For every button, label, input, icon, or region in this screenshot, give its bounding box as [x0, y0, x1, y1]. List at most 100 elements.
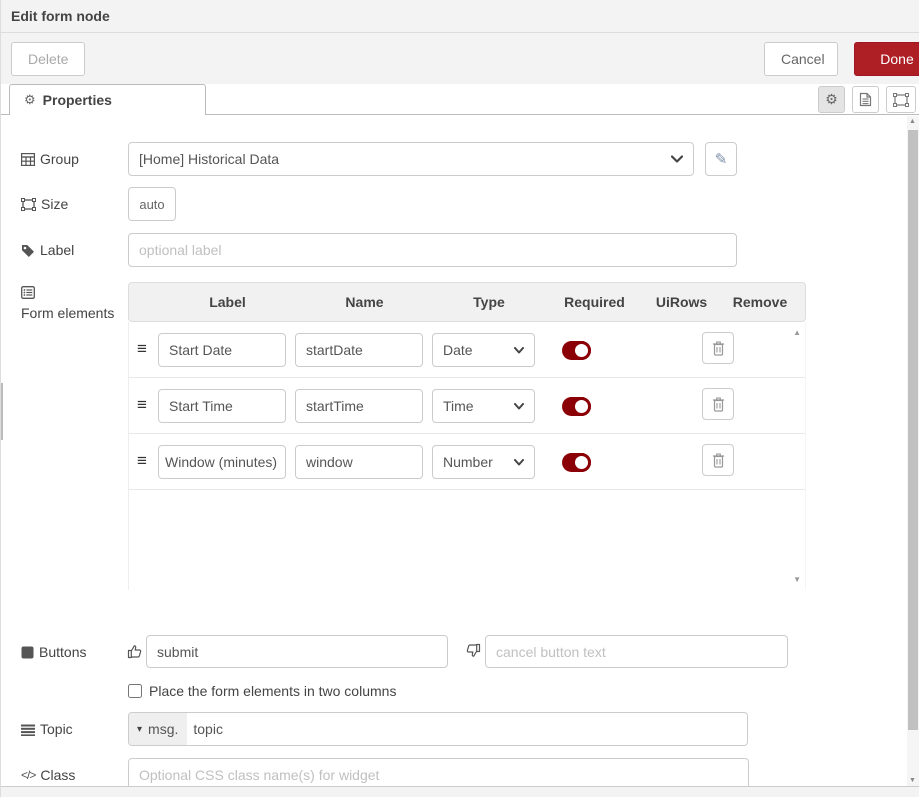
- group-select-value: [Home] Historical Data: [139, 151, 279, 167]
- size-auto-button[interactable]: auto: [128, 187, 176, 221]
- element-label-input[interactable]: [158, 333, 286, 367]
- edit-group-button[interactable]: ✎: [705, 142, 737, 176]
- form-elements-table-header: Label Name Type Required UiRows Remove: [128, 282, 806, 322]
- toggle-knob: [572, 453, 591, 472]
- tab-properties-label: Properties: [43, 92, 112, 108]
- form-elements-table-body: ▲ ▼ ≡ Date: [128, 322, 806, 590]
- scrollbar-up-icon[interactable]: ▲: [909, 118, 916, 125]
- label-label: Label: [21, 241, 123, 260]
- element-label-input[interactable]: [158, 445, 286, 479]
- drag-handle-icon[interactable]: ≡: [137, 339, 147, 359]
- table-icon: [21, 153, 35, 166]
- vertical-scrollbar[interactable]: ▲ ▼: [907, 116, 919, 786]
- editor-toolbar-icons: ⚙: [818, 86, 916, 113]
- cancel-button[interactable]: Cancel: [764, 42, 838, 76]
- chevron-down-icon: [514, 403, 524, 410]
- toggle-knob: [572, 341, 591, 360]
- object-group-icon: [893, 93, 909, 107]
- form-element-row: ≡ Date: [129, 322, 805, 378]
- trash-icon: [712, 341, 725, 356]
- element-name-input[interactable]: [295, 389, 423, 423]
- edit-form-node-dialog: Edit form node Delete Cancel Done ⚙ Prop…: [0, 0, 919, 797]
- gear-icon: ⚙: [24, 92, 36, 108]
- topic-label: Topic: [21, 720, 123, 739]
- scrollbar-thumb[interactable]: [908, 130, 918, 730]
- submit-button-text-input[interactable]: [146, 635, 448, 668]
- element-type-value: Date: [443, 342, 473, 358]
- element-type-select[interactable]: Number: [432, 445, 535, 479]
- form-element-row: ≡ Time: [129, 378, 805, 434]
- cancel-button-text-input[interactable]: [485, 635, 788, 668]
- required-toggle[interactable]: [562, 397, 591, 416]
- two-columns-option[interactable]: Place the form elements in two columns: [128, 683, 396, 699]
- thumbs-up-icon: [127, 643, 142, 664]
- trash-icon: [712, 453, 725, 468]
- remove-element-button[interactable]: [702, 444, 734, 476]
- element-type-select[interactable]: Date: [432, 333, 535, 367]
- form-elements-label: Form elements: [21, 286, 123, 323]
- buttons-label: Buttons: [21, 643, 123, 662]
- topic-value-input[interactable]: [187, 721, 587, 737]
- topic-type-label: msg.: [148, 721, 178, 737]
- element-label-input[interactable]: [158, 389, 286, 423]
- form-elements-table: Label Name Type Required UiRows Remove ▲…: [128, 282, 806, 590]
- topic-type-select[interactable]: ▾ msg.: [129, 713, 187, 745]
- gear-icon: ⚙: [825, 91, 838, 108]
- element-type-select[interactable]: Time: [432, 389, 535, 423]
- sidebar-grip[interactable]: [1, 383, 3, 440]
- group-label: Group: [21, 150, 123, 169]
- form-element-row: ≡ Number: [129, 434, 805, 490]
- chevron-down-icon: [671, 155, 683, 163]
- required-toggle[interactable]: [562, 453, 591, 472]
- element-name-input[interactable]: [295, 333, 423, 367]
- toggle-knob: [572, 397, 591, 416]
- group-select[interactable]: [Home] Historical Data: [128, 142, 694, 176]
- size-icon: [21, 198, 36, 211]
- column-header-name: Name: [296, 294, 433, 310]
- pencil-icon: ✎: [715, 151, 728, 168]
- appearance-layout-button[interactable]: [886, 86, 916, 113]
- size-label: Size: [21, 195, 123, 214]
- square-icon: [21, 646, 34, 659]
- remove-element-button[interactable]: [702, 332, 734, 364]
- scroll-down-arrow[interactable]: ▼: [793, 575, 801, 584]
- column-header-uirows: UiRows: [644, 294, 719, 310]
- dialog-toolbar: Delete Cancel Done: [1, 33, 919, 84]
- tab-bar: ⚙ Properties ⚙: [1, 84, 919, 115]
- dialog-header: Edit form node: [1, 0, 919, 33]
- column-header-remove: Remove: [719, 294, 801, 310]
- column-header-type: Type: [433, 294, 545, 310]
- element-type-value: Time: [443, 398, 474, 414]
- column-header-required: Required: [545, 294, 644, 310]
- label-input[interactable]: [128, 233, 737, 267]
- caret-down-icon: ▾: [137, 724, 142, 735]
- two-columns-checkbox[interactable]: [128, 684, 142, 698]
- remove-element-button[interactable]: [702, 388, 734, 420]
- required-toggle[interactable]: [562, 341, 591, 360]
- bottom-strip: [1, 786, 919, 797]
- tab-properties[interactable]: ⚙ Properties: [9, 84, 206, 115]
- drag-handle-icon[interactable]: ≡: [137, 395, 147, 415]
- done-button[interactable]: Done: [854, 42, 919, 76]
- chevron-down-icon: [514, 459, 524, 466]
- topic-typed-input: ▾ msg.: [128, 712, 748, 746]
- list-alt-icon: [21, 286, 35, 299]
- code-icon: </>: [21, 766, 35, 785]
- description-doc-button[interactable]: [852, 86, 879, 113]
- settings-gear-button[interactable]: ⚙: [818, 86, 845, 113]
- drag-handle-icon[interactable]: ≡: [137, 451, 147, 471]
- element-type-value: Number: [443, 454, 493, 470]
- dialog-title: Edit form node: [11, 8, 110, 24]
- column-header-label: Label: [159, 294, 296, 310]
- tag-icon: [21, 244, 35, 258]
- list-icon: [21, 724, 35, 736]
- document-icon: [859, 92, 872, 107]
- scrollbar-down-icon[interactable]: ▼: [909, 777, 916, 784]
- trash-icon: [712, 397, 725, 412]
- thumbs-down-icon: [466, 643, 481, 664]
- chevron-down-icon: [514, 347, 524, 354]
- delete-button[interactable]: Delete: [11, 42, 85, 76]
- two-columns-label: Place the form elements in two columns: [149, 683, 396, 699]
- element-name-input[interactable]: [295, 445, 423, 479]
- class-label: </> Class: [21, 766, 123, 785]
